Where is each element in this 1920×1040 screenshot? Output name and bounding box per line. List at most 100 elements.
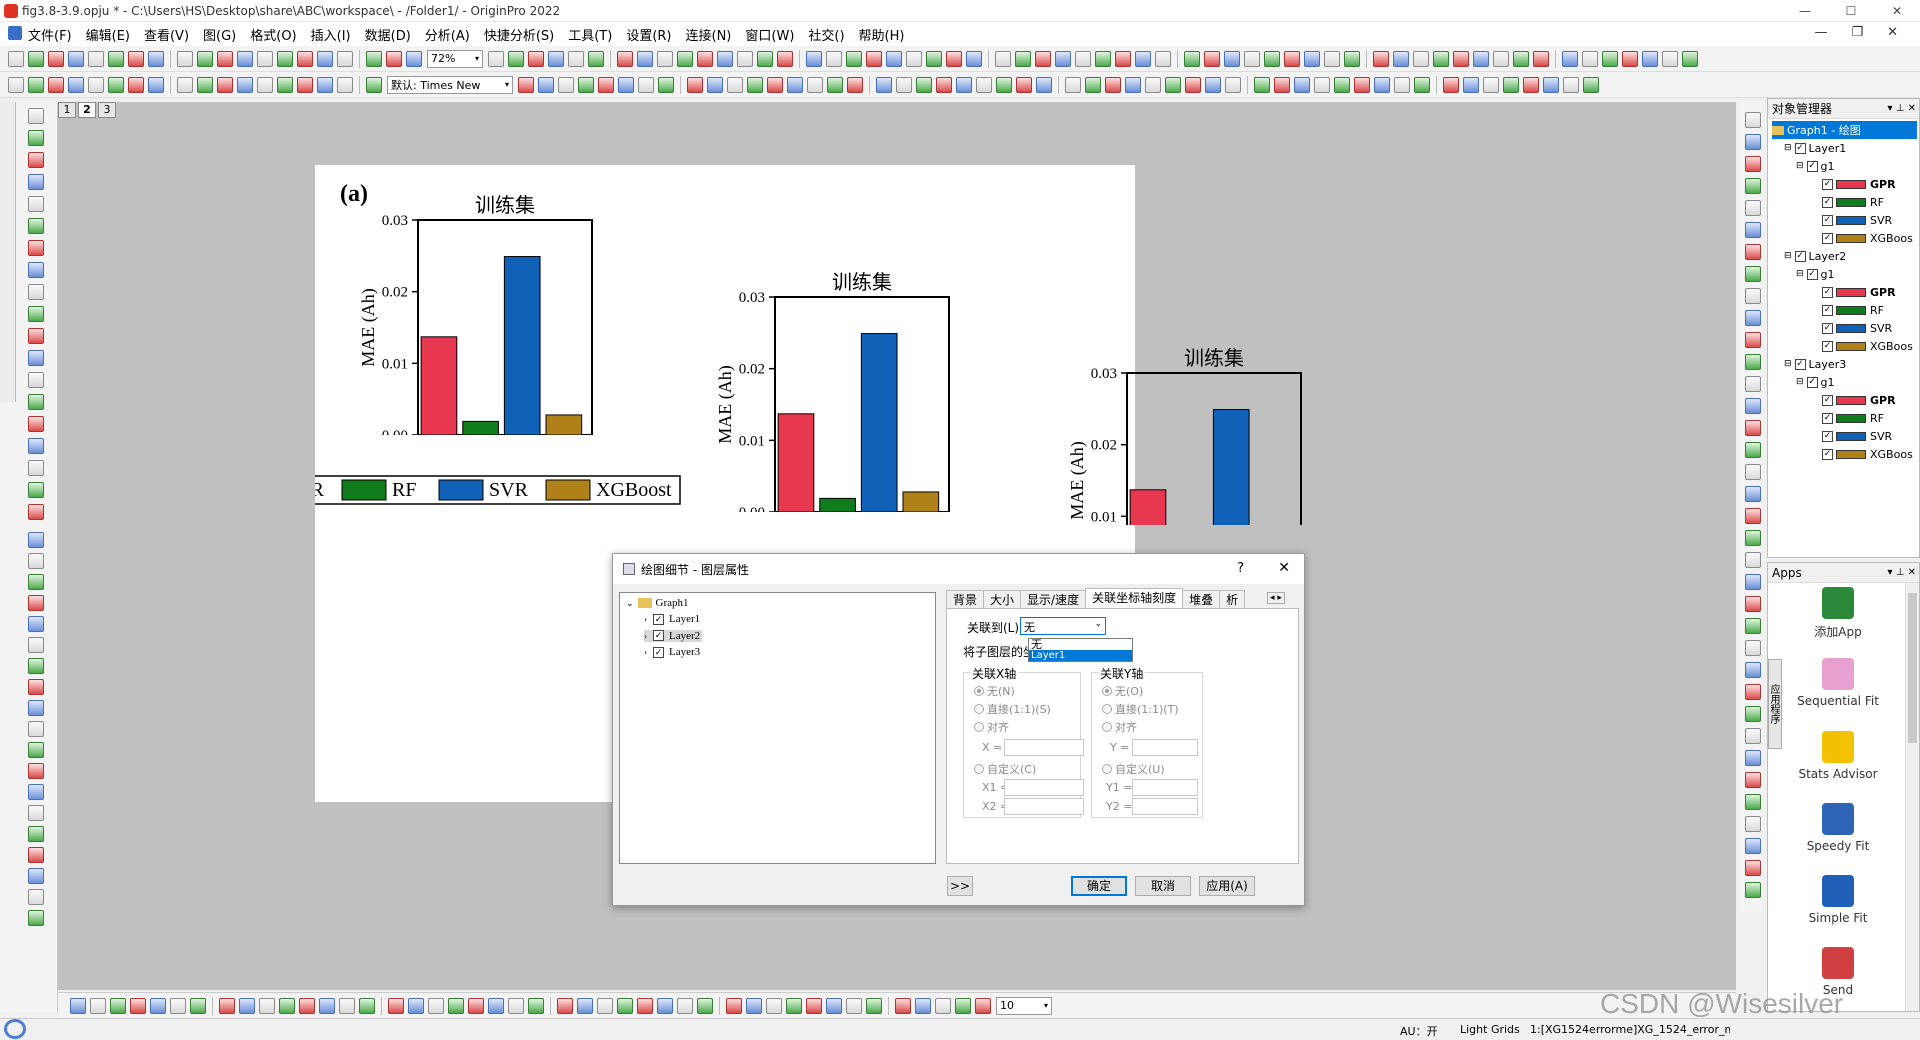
left-tool-icon-24[interactable]	[28, 637, 44, 653]
app-item-2[interactable]: Stats Advisor	[1788, 731, 1888, 781]
app-item-4[interactable]: Simple Fit	[1788, 875, 1888, 925]
std-tool-icon-1[interactable]	[28, 50, 44, 67]
right-tool-icon-11[interactable]	[1745, 354, 1761, 370]
fmt-tool-icon-52[interactable]	[1225, 76, 1241, 93]
mdi-restore-icon[interactable]: ❐	[1851, 25, 1863, 40]
fmt-tool-icon-24[interactable]	[638, 76, 654, 93]
menu-item-3[interactable]: 图(G)	[203, 25, 236, 44]
left-tool-icon-11[interactable]	[28, 350, 44, 366]
bottom-tool-icon-24[interactable]	[577, 997, 593, 1014]
apply-button[interactable]: 应用(A)	[1199, 876, 1255, 896]
checkbox[interactable]: ✓	[1822, 178, 1833, 190]
std-tool-icon-55[interactable]	[1224, 50, 1240, 67]
std-tool-icon-36[interactable]	[826, 50, 842, 67]
bottom-size-select[interactable]: 10 ▾	[996, 996, 1052, 1015]
fmt-tool-icon-30[interactable]	[767, 76, 783, 93]
fmt-tool-icon-67[interactable]	[1543, 76, 1559, 93]
std-tool-icon-56[interactable]	[1244, 50, 1260, 67]
bottom-tool-icon-30[interactable]	[697, 997, 713, 1014]
bottom-tool-icon-40[interactable]	[915, 997, 931, 1014]
bottom-tool-icon-5[interactable]	[170, 997, 186, 1014]
right-tool-icon-19[interactable]	[1745, 530, 1761, 546]
std-tool-icon-23[interactable]	[548, 50, 564, 67]
fmt-tool-icon-31[interactable]	[787, 76, 803, 93]
fmt-tool-icon-8[interactable]	[177, 76, 193, 93]
bottom-tool-icon-16[interactable]	[408, 997, 424, 1014]
fmt-tool-icon-35[interactable]	[876, 76, 892, 93]
fmt-tool-icon-51[interactable]	[1205, 76, 1221, 93]
std-tool-icon-0[interactable]	[8, 50, 24, 67]
bottom-tool-icon-1[interactable]	[90, 997, 106, 1014]
fmt-tool-icon-23[interactable]	[618, 76, 634, 93]
fmt-tool-icon-12[interactable]	[257, 76, 273, 93]
std-tool-icon-25[interactable]	[588, 50, 604, 67]
left-tool-icon-35[interactable]	[28, 868, 44, 884]
bottom-tool-icon-29[interactable]	[677, 997, 693, 1014]
tab-4[interactable]: 堆叠	[1182, 590, 1221, 608]
right-tool-icon-12[interactable]	[1745, 376, 1761, 392]
apps-side-tab[interactable]: 应用程序	[1768, 659, 1782, 749]
checkbox[interactable]: ✓	[1822, 340, 1833, 352]
std-tool-icon-19[interactable]	[406, 50, 422, 67]
std-tool-icon-41[interactable]	[926, 50, 942, 67]
fmt-tool-icon-38[interactable]	[936, 76, 952, 93]
bottom-tool-icon-8[interactable]	[239, 997, 255, 1014]
collapse-icon[interactable]: ⊟	[1796, 377, 1804, 387]
fmt-tool-icon-26[interactable]	[687, 76, 703, 93]
app-item-3[interactable]: Speedy Fit	[1788, 803, 1888, 853]
left-tool-icon-13[interactable]	[28, 394, 44, 410]
fmt-tool-icon-33[interactable]	[827, 76, 843, 93]
bottom-tool-icon-17[interactable]	[428, 997, 444, 1014]
fmt-tool-icon-4[interactable]	[88, 76, 104, 93]
std-tool-icon-72[interactable]	[1582, 50, 1598, 67]
right-tool-icon-5[interactable]	[1745, 222, 1761, 238]
std-tool-icon-8[interactable]	[177, 50, 193, 67]
checkbox[interactable]: ✓	[1806, 376, 1818, 388]
right-tool-icon-10[interactable]	[1745, 332, 1761, 348]
checkbox[interactable]: ✓	[1806, 268, 1818, 280]
std-tool-icon-46[interactable]	[1035, 50, 1051, 67]
zoom-select[interactable]: 72% ▾	[427, 49, 483, 68]
checkbox[interactable]: ✓	[1822, 286, 1833, 298]
std-tool-icon-13[interactable]	[277, 50, 293, 67]
fmt-tool-icon-29[interactable]	[747, 76, 763, 93]
std-tool-icon-65[interactable]	[1433, 50, 1449, 67]
page-tab-1[interactable]: 1	[58, 102, 76, 118]
bar-gpr[interactable]	[777, 413, 815, 512]
std-tool-icon-34[interactable]	[777, 50, 793, 67]
right-tool-icon-17[interactable]	[1745, 486, 1761, 502]
tree-group[interactable]: ⊟ ✓ g1	[1796, 157, 1835, 175]
left-tool-icon-1[interactable]	[28, 130, 44, 146]
tree-group[interactable]: ⊟ ✓ g1	[1796, 265, 1835, 283]
bottom-tool-icon-20[interactable]	[488, 997, 504, 1014]
fmt-tool-icon-34[interactable]	[847, 76, 863, 93]
fmt-tool-icon-58[interactable]	[1354, 76, 1370, 93]
y1-field[interactable]	[1132, 779, 1198, 796]
tree-plot[interactable]: ✓ SVR	[1822, 211, 1892, 229]
right-tool-icon-35[interactable]	[1745, 882, 1761, 898]
right-tool-icon-22[interactable]	[1745, 596, 1761, 612]
left-panel-tabs[interactable]	[0, 102, 16, 402]
x-align-radio[interactable]: 对齐	[974, 719, 1009, 735]
std-tool-icon-51[interactable]	[1135, 50, 1151, 67]
std-tool-icon-3[interactable]	[68, 50, 84, 67]
fmt-tool-icon-62[interactable]	[1443, 76, 1459, 93]
std-tool-icon-47[interactable]	[1055, 50, 1071, 67]
right-tool-icon-26[interactable]	[1745, 684, 1761, 700]
checkbox[interactable]: ✓	[1794, 358, 1806, 370]
right-tool-icon-2[interactable]	[1745, 156, 1761, 172]
y2-field[interactable]	[1132, 798, 1198, 815]
x-custom-radio[interactable]: 自定义(C)	[974, 761, 1036, 777]
tree-plot[interactable]: ✓ SVR	[1822, 319, 1892, 337]
tree-layer[interactable]: ⊟ ✓ Layer2	[1784, 247, 1846, 265]
std-tool-icon-42[interactable]	[946, 50, 962, 67]
std-tool-icon-7[interactable]	[148, 50, 164, 67]
tree-layer[interactable]: ⊟ ✓ Layer3	[1784, 355, 1846, 373]
left-tool-icon-12[interactable]	[28, 372, 44, 388]
std-tool-icon-17[interactable]	[366, 50, 382, 67]
bottom-tool-icon-35[interactable]	[806, 997, 822, 1014]
fmt-tool-icon-46[interactable]	[1105, 76, 1121, 93]
chevron-down-icon[interactable]: ⌄	[626, 598, 634, 609]
bar-svr[interactable]	[503, 256, 541, 435]
left-tool-icon-8[interactable]	[28, 284, 44, 300]
